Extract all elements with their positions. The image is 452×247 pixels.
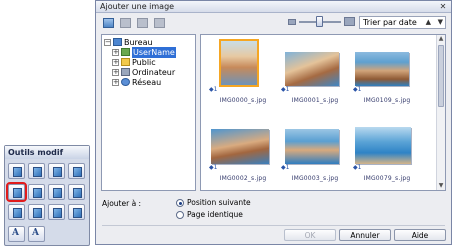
thumbnail-filename: IMG0003_s.jpg: [291, 175, 339, 182]
cancel-button[interactable]: Annuler: [339, 229, 391, 241]
tool-button-11[interactable]: [48, 204, 65, 220]
thumbnail-item[interactable]: ◆1 IMG0109_s.jpg: [351, 41, 423, 118]
add-image-tool-button[interactable]: [6, 182, 27, 202]
network-icon: [121, 78, 130, 86]
print-count-badge: ◆1: [209, 86, 218, 93]
thumbnail-filename: IMG0000_s.jpg: [219, 97, 267, 104]
user-folder-icon: [121, 48, 130, 56]
folder-icon: [121, 58, 130, 66]
sort-dropdown[interactable]: Trier par date ▲ ▼: [359, 16, 446, 29]
tool-button-7[interactable]: [48, 184, 65, 200]
slider-thumb[interactable]: [316, 16, 323, 27]
collapse-icon[interactable]: −: [104, 39, 111, 46]
tool-button-1[interactable]: [8, 163, 25, 179]
thumbnail-item[interactable]: ◆1 IMG0003_s.jpg: [279, 119, 351, 190]
print-icon[interactable]: [152, 16, 166, 29]
palette-title: Outils modif: [5, 146, 89, 159]
print-count-badge: ◆1: [281, 164, 290, 171]
sort-selected-value: Trier par date: [363, 18, 417, 27]
desktop-icon: [113, 38, 122, 46]
help-button[interactable]: Aide: [394, 229, 446, 241]
tool-button-10[interactable]: [28, 204, 45, 220]
expand-icon[interactable]: +: [112, 59, 119, 66]
expand-icon[interactable]: +: [112, 69, 119, 76]
thumbnail-image[interactable]: [219, 39, 259, 87]
text-edit-tool-button[interactable]: [28, 226, 45, 242]
thumbnail-grid: ◆1 IMG0000_s.jpg ◆1 IMG0001_s.jpg ◆1 IMG…: [200, 34, 446, 191]
dialog-title: Ajouter une image: [100, 2, 175, 11]
print-count-badge: ◆1: [353, 164, 362, 171]
radio-button[interactable]: [176, 211, 184, 219]
thumbnail-item[interactable]: ◆1 IMG0002_s.jpg: [207, 119, 279, 190]
scroll-down-icon[interactable]: ▼: [437, 182, 445, 190]
sort-direction-icon[interactable]: ▲: [426, 18, 431, 26]
tree-item-label: Réseau: [132, 78, 162, 87]
tool-button-3[interactable]: [48, 163, 65, 179]
thumbnail-image[interactable]: [285, 52, 339, 86]
tool-button-4[interactable]: [68, 163, 85, 179]
option-label: Page identique: [187, 210, 243, 219]
thumbnail-filename: IMG0109_s.jpg: [363, 97, 411, 104]
edit-tools-palette: Outils modif: [4, 145, 90, 246]
close-icon[interactable]: ✕: [438, 2, 448, 11]
expand-icon[interactable]: +: [112, 79, 119, 86]
radio-button[interactable]: [176, 199, 184, 207]
thumbnail-filename: IMG0001_s.jpg: [291, 97, 339, 104]
thumbnail-image[interactable]: [211, 129, 269, 164]
thumbnail-item[interactable]: ◆1 IMG0079_s.jpg: [351, 119, 423, 190]
ok-button[interactable]: OK: [284, 229, 336, 241]
small-thumbnail-icon: [288, 19, 296, 25]
details-view-icon[interactable]: [118, 16, 132, 29]
option-label: Position suivante: [187, 198, 251, 207]
scroll-up-icon[interactable]: ▲: [437, 35, 445, 43]
rotate-icon[interactable]: [135, 16, 149, 29]
thumbnail-item[interactable]: ◆1 IMG0000_s.jpg: [207, 39, 279, 118]
thumbnail-image[interactable]: [285, 129, 339, 164]
thumbnail-filename: IMG0002_s.jpg: [219, 175, 267, 182]
tool-button-8[interactable]: [68, 184, 85, 200]
thumbnail-image[interactable]: [355, 52, 409, 86]
large-thumbnails-view-icon[interactable]: [101, 16, 115, 29]
tool-button-9[interactable]: [8, 204, 25, 220]
tool-button-12[interactable]: [68, 204, 85, 220]
print-count-badge: ◆1: [281, 86, 290, 93]
title-bar: Ajouter une image ✕: [96, 1, 451, 13]
tool-button-2[interactable]: [28, 163, 45, 179]
chevron-down-icon[interactable]: ▼: [438, 18, 443, 26]
tool-button-6[interactable]: [28, 184, 45, 200]
folder-tree: − Bureau + UserName + Public + Ordinateu…: [101, 34, 196, 191]
divider: [102, 225, 445, 226]
thumbnail-image[interactable]: [355, 127, 411, 164]
thumbnail-filename: IMG0079_s.jpg: [363, 175, 411, 182]
computer-icon: [121, 68, 130, 76]
vertical-scrollbar[interactable]: ▲ ▼: [436, 35, 445, 190]
thumbnail-item[interactable]: ◆1 IMG0001_s.jpg: [279, 41, 351, 118]
add-image-dialog: Ajouter une image ✕ Trier par date ▲ ▼ −…: [95, 0, 452, 245]
large-thumbnail-icon: [344, 17, 355, 26]
print-count-badge: ◆1: [353, 86, 362, 93]
text-tool-button[interactable]: [8, 226, 25, 242]
expand-icon[interactable]: +: [112, 49, 119, 56]
print-count-badge: ◆1: [209, 164, 218, 171]
add-to-label: Ajouter à :: [102, 199, 142, 208]
scrollbar-thumb[interactable]: [438, 45, 444, 107]
